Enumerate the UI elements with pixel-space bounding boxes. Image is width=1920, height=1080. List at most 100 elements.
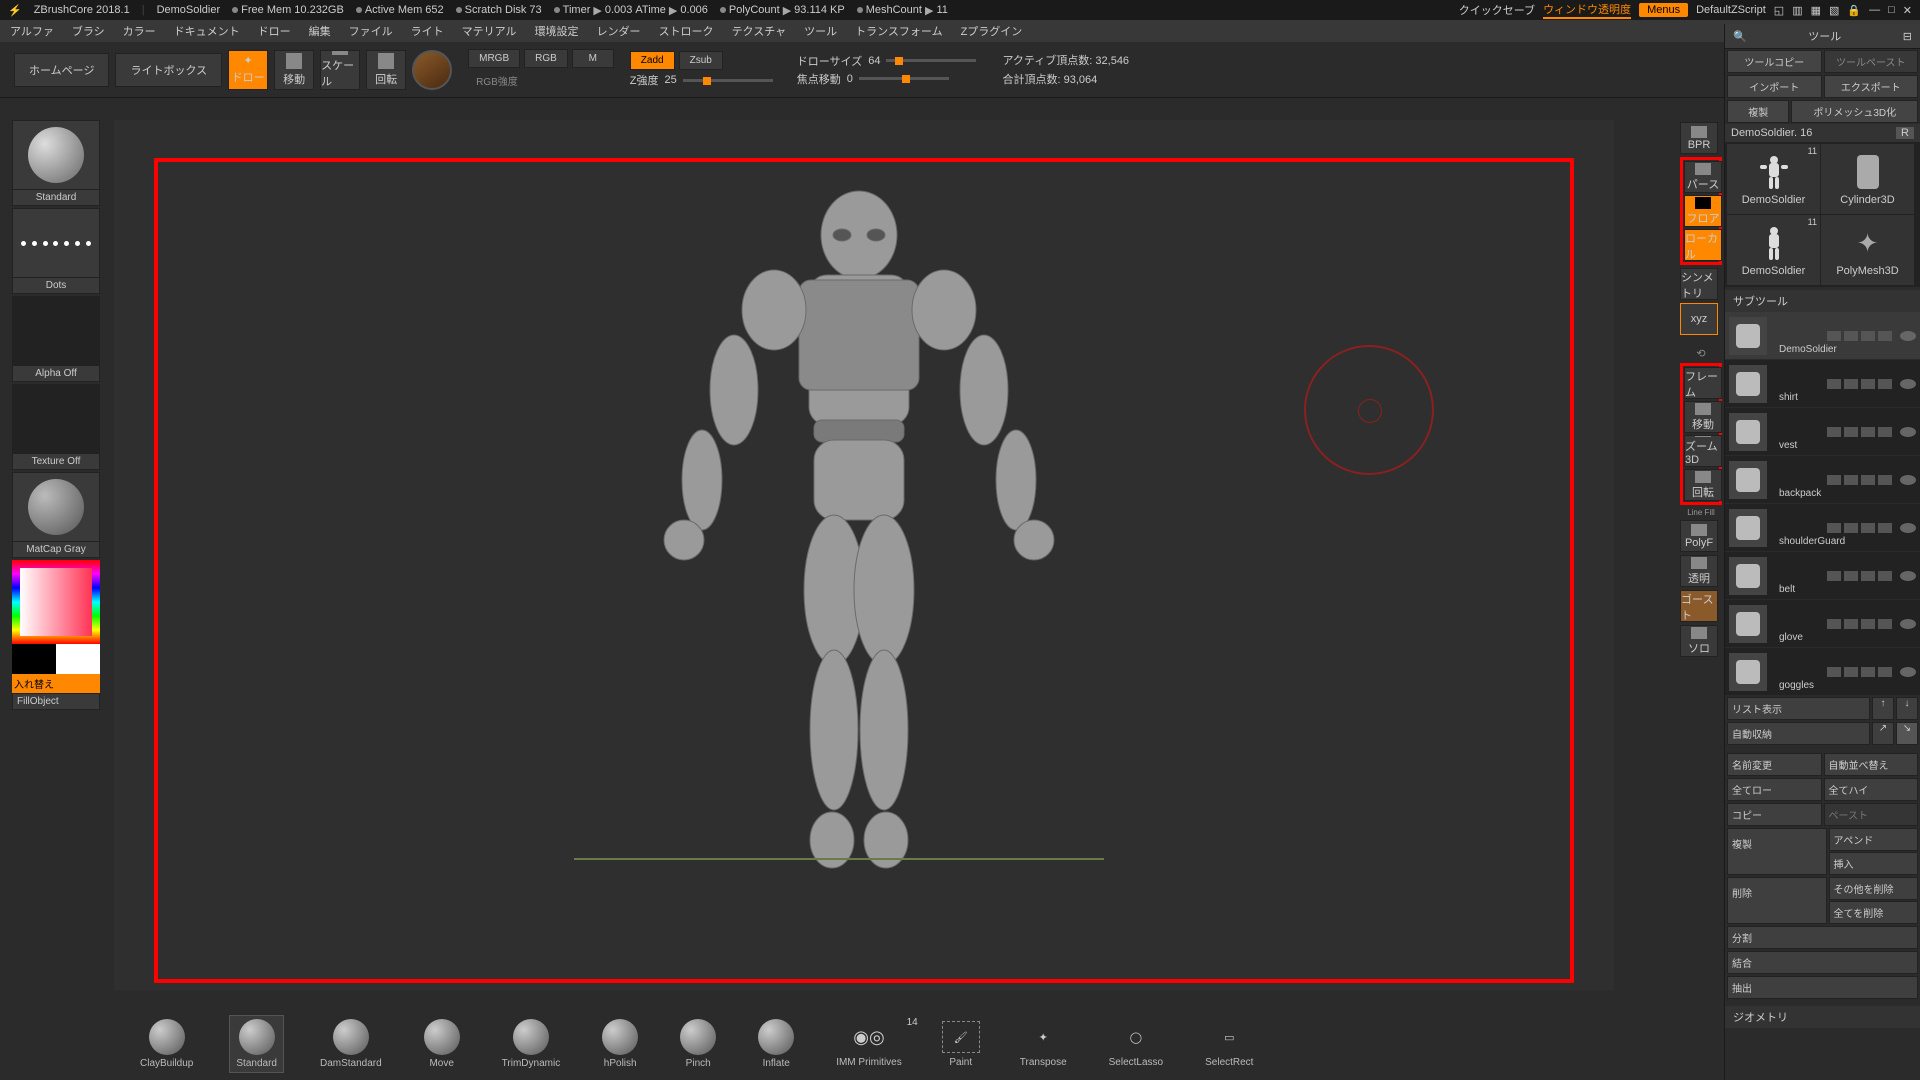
mrgb-button[interactable]: MRGB <box>468 49 520 68</box>
subtool-toggles[interactable] <box>1827 667 1892 677</box>
tool-cell[interactable]: Cylinder3D <box>1821 144 1914 214</box>
brush-paint[interactable]: 🖌Paint <box>938 1017 984 1071</box>
zsub-button[interactable]: Zsub <box>679 51 723 70</box>
subtool-toggles[interactable] <box>1827 427 1892 437</box>
polyf-button[interactable]: PolyF <box>1680 520 1718 552</box>
export-button[interactable]: エクスポート <box>1824 75 1919 98</box>
rgb-button[interactable]: RGB <box>524 49 568 68</box>
makepolymesh-button[interactable]: ポリメッシュ3D化 <box>1791 100 1918 123</box>
subtool-toggles[interactable] <box>1827 571 1892 581</box>
lock-icon[interactable]: 🔒 <box>1847 4 1861 17</box>
visibility-icon[interactable] <box>1900 667 1916 677</box>
clone-button[interactable]: 複製 <box>1727 100 1789 123</box>
duplicate-button[interactable]: 複製 <box>1727 828 1827 875</box>
symmetry-button[interactable]: シンメトリ <box>1680 268 1718 300</box>
extract-button[interactable]: 抽出 <box>1727 976 1918 999</box>
brush-transpose[interactable]: ✦Transpose <box>1014 1017 1073 1071</box>
rotate-mode-button[interactable]: 回転 <box>366 50 406 90</box>
material-selector[interactable] <box>12 472 100 542</box>
floor-button[interactable]: フロア <box>1684 195 1722 227</box>
tool-name-field[interactable]: DemoSoldier. 16 R <box>1725 124 1920 142</box>
paste-button[interactable]: ペースト <box>1824 803 1919 826</box>
window-icon[interactable]: ▧ <box>1829 4 1839 17</box>
tool-copy-button[interactable]: ツールコピー <box>1727 50 1822 73</box>
color-swatches[interactable] <box>12 644 100 674</box>
solo-button[interactable]: ソロ <box>1680 625 1718 657</box>
listview-button[interactable]: リスト表示 <box>1727 697 1870 720</box>
draw-mode-button[interactable]: ✦ドロー <box>228 50 268 90</box>
minimize-icon[interactable]: — <box>1869 4 1880 16</box>
tool-cell[interactable]: 11DemoSoldier <box>1727 215 1820 285</box>
up-arrow-button[interactable]: ↑ <box>1872 697 1894 720</box>
menu-color[interactable]: カラー <box>123 23 156 39</box>
window-transparency[interactable]: ウィンドウ透明度 <box>1543 1 1631 19</box>
brush-selectlasso[interactable]: ◯SelectLasso <box>1103 1017 1169 1071</box>
menu-edit[interactable]: 編集 <box>309 23 331 39</box>
fill-object-button[interactable]: FillObject <box>12 693 100 710</box>
tool-paste-button[interactable]: ツールペースト <box>1824 50 1919 73</box>
window-icon[interactable]: ▥ <box>1792 4 1802 17</box>
brush-claybuildup[interactable]: ClayBuildup <box>134 1016 199 1072</box>
material-sphere-button[interactable] <box>412 50 452 90</box>
down-arrow-button[interactable]: ↓ <box>1896 697 1918 720</box>
local-button[interactable]: ローカル <box>1684 229 1722 261</box>
menu-tool[interactable]: ツール <box>804 23 837 39</box>
close-icon[interactable]: ✕ <box>1903 4 1912 17</box>
brush-imm[interactable]: ◉◎14IMM Primitives <box>830 1017 908 1071</box>
r-button[interactable]: R <box>1896 127 1914 139</box>
visibility-icon[interactable] <box>1900 619 1916 629</box>
merge-button[interactable]: 結合 <box>1727 951 1918 974</box>
tool-cell[interactable]: ✦PolyMesh3D <box>1821 215 1914 285</box>
subtool-row[interactable]: backpack <box>1725 456 1920 504</box>
autoreorder-button[interactable]: 自動並べ替え <box>1824 753 1919 776</box>
menu-document[interactable]: ドキュメント <box>174 23 240 39</box>
menu-preferences[interactable]: 環境設定 <box>535 23 579 39</box>
menu-texture[interactable]: テクスチャ <box>732 23 787 39</box>
subtool-toggles[interactable] <box>1827 331 1892 341</box>
subtool-toggles[interactable] <box>1827 619 1892 629</box>
visibility-icon[interactable] <box>1900 523 1916 533</box>
move-up-button[interactable]: ↗ <box>1872 722 1894 745</box>
menu-material[interactable]: マテリアル <box>462 23 517 39</box>
ghost-button[interactable]: ゴースト <box>1680 590 1718 622</box>
visibility-icon[interactable] <box>1900 331 1916 341</box>
delete-button[interactable]: 削除 <box>1727 877 1827 924</box>
window-icon[interactable]: ◱ <box>1774 4 1784 17</box>
subtool-row[interactable]: shirt <box>1725 360 1920 408</box>
focal-shift-slider[interactable] <box>859 77 949 80</box>
geometry-header[interactable]: ジオメトリ <box>1725 1006 1920 1028</box>
zoom-button[interactable]: ズーム3D <box>1684 435 1722 467</box>
quicksave-button[interactable]: クイックセーブ <box>1459 2 1535 18</box>
menu-draw[interactable]: ドロー <box>258 23 291 39</box>
z-intensity-slider[interactable] <box>683 79 773 82</box>
delete-other-button[interactable]: その他を削除 <box>1829 877 1919 900</box>
rename-button[interactable]: 名前変更 <box>1727 753 1822 776</box>
alllow-button[interactable]: 全てロー <box>1727 778 1822 801</box>
persp-button[interactable]: パース <box>1684 161 1722 193</box>
subtool-row[interactable]: goggles <box>1725 648 1920 696</box>
visibility-icon[interactable] <box>1900 379 1916 389</box>
copy-button[interactable]: コピー <box>1727 803 1822 826</box>
subtool-row[interactable]: DemoSoldier <box>1725 312 1920 360</box>
xyz-button[interactable]: xyz <box>1680 303 1718 335</box>
transparent-button[interactable]: 透明 <box>1680 555 1718 587</box>
zadd-button[interactable]: Zadd <box>630 51 675 70</box>
frame-button[interactable]: フレーム <box>1684 367 1722 399</box>
menu-stroke[interactable]: ストローク <box>659 23 714 39</box>
stroke-selector[interactable] <box>12 208 100 278</box>
swatch-white[interactable] <box>56 644 100 674</box>
swatch-black[interactable] <box>12 644 56 674</box>
subtool-header[interactable]: サブツール <box>1725 290 1920 312</box>
default-zscript[interactable]: DefaultZScript <box>1696 4 1766 16</box>
draw-size-slider[interactable] <box>886 59 976 62</box>
texture-selector[interactable] <box>12 384 100 454</box>
tool-panel-header[interactable]: 🔍 ツール ⊟ <box>1725 24 1920 49</box>
brush-trimdynamic[interactable]: TrimDynamic <box>496 1016 567 1072</box>
brush-inflate[interactable]: Inflate <box>752 1016 800 1072</box>
home-button[interactable]: ホームページ <box>14 53 109 87</box>
brush-selectrect[interactable]: ▭SelectRect <box>1199 1017 1259 1071</box>
bpr-button[interactable]: BPR <box>1680 122 1718 154</box>
menu-alpha[interactable]: アルファ <box>10 23 54 39</box>
rotate-cam-button[interactable]: 回転 <box>1684 469 1722 501</box>
subtool-row[interactable]: vest <box>1725 408 1920 456</box>
